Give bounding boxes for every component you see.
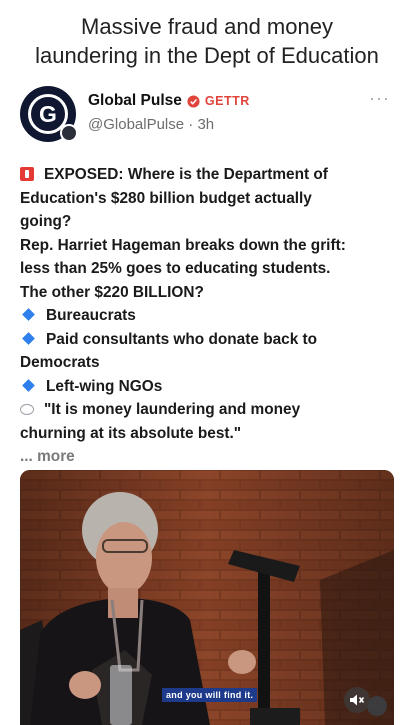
avatar-badge-icon [60,124,78,142]
speaker-muted-icon [350,694,365,706]
caption-line-2: laundering in the Dept of Education [35,43,379,68]
body-line: going? [20,213,72,230]
bullet-item: Paid consultants who donate back to [20,328,402,352]
name-line: Global Pulse GETTR [88,92,250,110]
separator: · [188,116,194,133]
video-frame [20,470,394,725]
quote-line: "It is money laundering and money [20,398,402,422]
caption-line-1: Massive fraud and money [81,14,333,39]
speech-bubble-icon [20,404,34,415]
more-link[interactable]: ... more [20,445,402,469]
blue-diamond-icon [22,378,35,392]
quote-line: churning at its absolute best." [20,424,242,442]
post-body: EXPOSED: Where is the Department of Educ… [20,163,402,469]
avatar[interactable]: G [20,86,78,142]
image-caption: Massive fraud and money laundering in th… [0,12,414,70]
blue-diamond-icon [22,308,35,321]
body-line: The other $220 BILLION? [20,283,204,301]
more-options-icon[interactable]: ··· [369,88,390,109]
handle-line: @GlobalPulse · 3h [88,116,214,133]
mute-button[interactable] [344,687,370,713]
bullet-item: Left-wing NGOs [20,375,402,399]
body-line: EXPOSED: Where is the Department of [20,163,402,187]
post-header: G Global Pulse GETTR @GlobalPulse · 3h ·… [20,86,400,142]
red-alert-icon [20,167,34,181]
bullet-item: Bureaucrats [20,304,402,328]
video-subtitle: and you will find it. [162,688,258,702]
body-line: Rep. Harriet Hageman breaks down the gri… [20,236,346,254]
bullet-item-continued: Democrats [20,354,100,371]
handle[interactable]: @GlobalPulse [88,116,184,133]
body-line: less than 25% goes to educating students… [20,260,331,277]
video-player[interactable]: and you will find it. [20,470,394,725]
body-line: Education's $280 billion budget actually [20,189,312,207]
verified-badge-icon [187,94,200,108]
platform-label: GETTR [204,94,250,108]
blue-diamond-icon [22,331,35,345]
post-time: 3h [197,116,215,133]
display-name[interactable]: Global Pulse [88,92,182,110]
